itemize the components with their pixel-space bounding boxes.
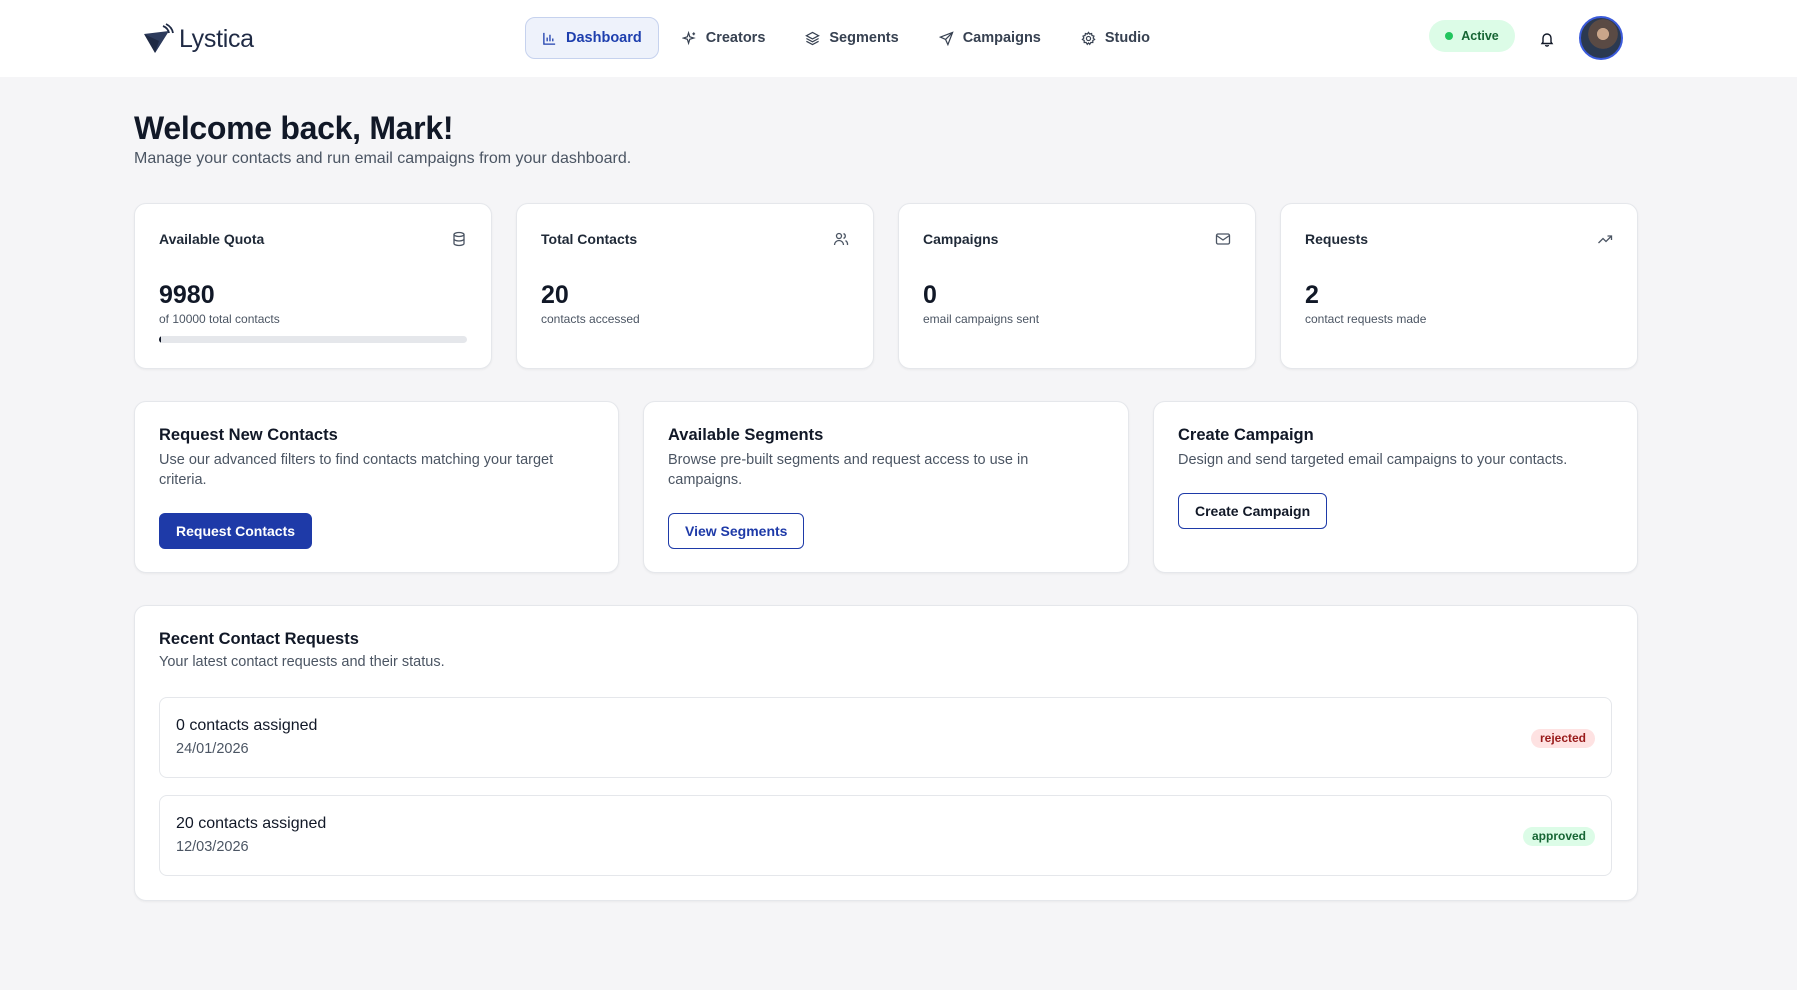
card-title: Available Segments — [668, 426, 824, 444]
bell-icon — [1540, 33, 1554, 47]
nav-label-studio: Studio — [1104, 30, 1150, 46]
bar-chart-icon — [543, 32, 556, 45]
stat-caption: of 10000 total contacts — [159, 312, 280, 326]
status-label: Active — [1461, 29, 1499, 43]
stat-value: 20 — [541, 281, 569, 309]
status-badge: approved — [1522, 827, 1595, 846]
nav-item-creators[interactable]: Creators — [665, 17, 783, 59]
main-nav: Dashboard Creators Segments Campaigns St… — [525, 17, 1167, 59]
request-date: 12/03/2026 — [176, 839, 249, 855]
app-logo[interactable]: Lystica — [141, 22, 254, 56]
status-badge: rejected — [1530, 729, 1595, 748]
request-label: 0 contacts assigned — [176, 717, 318, 734]
card-description: Use our advanced filters to find contact… — [159, 452, 554, 488]
stat-value: 2 — [1305, 281, 1319, 309]
nav-item-dashboard[interactable]: Dashboard — [525, 17, 659, 59]
recent-requests-card: Recent Contact Requests Your latest cont… — [134, 605, 1638, 901]
card-title: Create Campaign — [1178, 426, 1314, 444]
section-subtitle: Your latest contact requests and their s… — [159, 654, 445, 670]
stat-value: 9980 — [159, 281, 215, 309]
database-icon — [453, 231, 465, 247]
app-name: Lystica — [179, 24, 254, 53]
account-status-badge: Active — [1429, 20, 1515, 52]
logo-icon — [144, 23, 174, 53]
send-icon — [938, 30, 954, 46]
page-title: Welcome back, Mark! — [134, 110, 454, 146]
nav-label-segments: Segments — [829, 30, 899, 46]
users-icon — [833, 232, 849, 246]
request-date: 24/01/2026 — [176, 741, 249, 757]
page-subtitle: Manage your contacts and run email campa… — [134, 150, 632, 167]
nav-label-campaigns: Campaigns — [962, 30, 1041, 46]
stat-card-contacts: Total Contacts 20 contacts accessed — [516, 203, 874, 369]
stat-caption: contacts accessed — [541, 312, 640, 326]
gear-icon — [1081, 30, 1096, 45]
nav-label-creators: Creators — [705, 30, 766, 46]
sparkles-icon — [681, 30, 696, 45]
stat-caption: email campaigns sent — [923, 312, 1040, 326]
create-campaign-card: Create Campaign Design and send targeted… — [1153, 401, 1638, 573]
card-title: Request New Contacts — [159, 426, 338, 444]
section-title: Recent Contact Requests — [159, 630, 359, 648]
quota-progress-fill — [159, 336, 161, 343]
request-contacts-card: Request New Contacts Use our advanced fi… — [134, 401, 619, 573]
stat-value: 0 — [923, 281, 937, 309]
stat-title: Available Quota — [159, 231, 265, 247]
create-campaign-button[interactable]: Create Campaign — [1178, 493, 1328, 529]
mail-icon — [1215, 233, 1231, 245]
stat-caption: contact requests made — [1305, 312, 1427, 326]
quota-progress-bar — [159, 336, 467, 343]
nav-item-studio[interactable]: Studio — [1064, 17, 1167, 59]
status-dot-icon — [1445, 32, 1454, 40]
request-label: 20 contacts assigned — [176, 815, 327, 832]
layers-icon — [805, 31, 821, 45]
card-description: Design and send targeted email campaigns… — [1178, 452, 1568, 468]
request-row[interactable]: 20 contacts assigned 12/03/2026 approved — [159, 795, 1612, 876]
stat-card-quota: Available Quota 9980 of 10000 total cont… — [134, 203, 492, 369]
card-description: Browse pre-built segments and request ac… — [668, 452, 1029, 488]
stat-card-requests: Requests 2 contact requests made — [1280, 203, 1638, 369]
trending-up-icon — [1598, 235, 1613, 244]
stat-title: Requests — [1305, 231, 1369, 247]
notifications-button[interactable] — [1535, 27, 1559, 51]
stat-title: Total Contacts — [541, 231, 638, 247]
nav-item-campaigns[interactable]: Campaigns — [922, 17, 1058, 59]
nav-label-dashboard: Dashboard — [566, 30, 642, 46]
nav-item-segments[interactable]: Segments — [788, 17, 915, 59]
stat-title: Campaigns — [923, 231, 999, 247]
user-avatar[interactable] — [1579, 16, 1623, 60]
view-segments-button[interactable]: View Segments — [668, 513, 805, 549]
top-navbar: Lystica Dashboard Creators Segments Camp… — [0, 0, 1797, 77]
request-row[interactable]: 0 contacts assigned 24/01/2026 rejected — [159, 697, 1612, 778]
request-contacts-button[interactable]: Request Contacts — [159, 513, 313, 549]
stat-card-campaigns: Campaigns 0 email campaigns sent — [898, 203, 1256, 369]
available-segments-card: Available Segments Browse pre-built segm… — [643, 401, 1129, 573]
